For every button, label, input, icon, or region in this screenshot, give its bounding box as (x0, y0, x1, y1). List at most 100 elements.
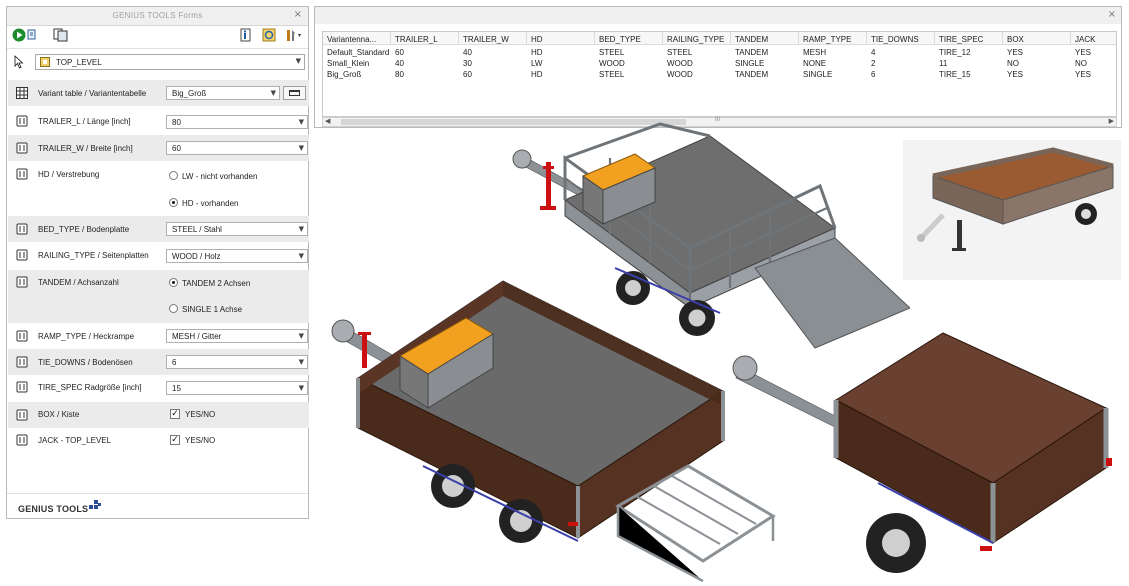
column-header[interactable]: RAMP_TYPE (799, 32, 867, 45)
column-header[interactable]: Variantenna... (323, 32, 391, 45)
table-cell[interactable]: NO (1007, 59, 1019, 68)
table-cell[interactable]: TIRE_15 (939, 70, 971, 79)
genius-tools-forms-panel: GENIUS TOOLS Forms × TOP_LEVEL ▼ Variant… (6, 6, 309, 519)
param-label: TIE_DOWNS / Bodenösen (38, 358, 133, 367)
box-checkbox[interactable]: ✓ (170, 409, 180, 419)
table-cell[interactable]: YES (1075, 70, 1091, 79)
table-cell[interactable]: 40 (395, 59, 404, 68)
genius-tools-logo: GENIUS TOOLS (18, 504, 89, 514)
tire-spec-select[interactable]: 15 ▼ (166, 381, 308, 395)
column-header[interactable]: TRAILER_W (459, 32, 527, 45)
wheel (431, 464, 475, 508)
column-header[interactable]: TRAILER_L (391, 32, 459, 45)
top-level-select[interactable]: TOP_LEVEL ▼ (35, 54, 305, 70)
table-cell[interactable]: 80 (395, 70, 404, 79)
variant-table-select[interactable]: Big_Groß ▼ (166, 86, 280, 100)
trailer-w-select[interactable]: 60 ▼ (166, 141, 308, 155)
table-cell[interactable]: HD (531, 48, 543, 57)
tandem-option-tandem-radio[interactable] (169, 278, 178, 287)
param-icon (16, 381, 28, 393)
column-header[interactable]: HD (527, 32, 595, 45)
table-cell[interactable]: TANDEM (735, 70, 768, 79)
variant-table-open-button[interactable] (283, 86, 306, 100)
copy-icon[interactable] (53, 28, 69, 42)
wheel (866, 513, 926, 573)
run-options-icon[interactable] (27, 29, 37, 41)
column-header[interactable]: RAILING_TYPE (663, 32, 731, 45)
tandem-option-single-radio[interactable] (169, 304, 178, 313)
variant-table-value: Big_Groß (172, 89, 207, 98)
column-header[interactable]: TANDEM (731, 32, 799, 45)
table-cell[interactable]: TIRE_12 (939, 48, 971, 57)
table-cell[interactable]: TANDEM (735, 48, 768, 57)
table-cell[interactable]: Big_Groß (327, 70, 361, 79)
ramp-type-select[interactable]: MESH / Gitter ▼ (166, 329, 308, 343)
table-cell[interactable]: STEEL (599, 70, 624, 79)
table-cell[interactable]: SINGLE (803, 70, 832, 79)
variant-table-grid: Variantenna... Default_Standard Small_Klei… (322, 31, 1117, 117)
bed-type-select[interactable]: STEEL / Stahl ▼ (166, 222, 308, 236)
scroll-left-icon[interactable]: ◀ (325, 117, 330, 125)
param-icon (16, 434, 28, 446)
table-cell[interactable]: WOOD (667, 70, 693, 79)
param-label: TANDEM / Achsanzahl (38, 278, 119, 287)
column-header[interactable]: JACK (1071, 32, 1116, 45)
column-header[interactable]: BOX (1003, 32, 1071, 45)
param-icon (16, 115, 28, 127)
param-label: TIRE_SPEC Radgröße [inch] (38, 383, 142, 392)
column-header[interactable]: TIE_DOWNS (867, 32, 935, 45)
table-cell[interactable]: SINGLE (735, 59, 764, 68)
table-cell[interactable]: YES (1007, 70, 1023, 79)
tie-downs-select[interactable]: 6 ▼ (166, 355, 308, 369)
table-cell[interactable]: Small_Klein (327, 59, 369, 68)
table-cell[interactable]: WOOD (599, 59, 625, 68)
column-header[interactable]: TIRE_SPEC (935, 32, 1003, 45)
table-cell[interactable]: 60 (395, 48, 404, 57)
trailer-render-big (331, 280, 776, 582)
table-cell[interactable]: 30 (463, 59, 472, 68)
chevron-down-icon: ▼ (298, 144, 304, 152)
chevron-down-icon: ▼ (298, 252, 304, 260)
table-cell[interactable]: 4 (871, 48, 875, 57)
table-cell[interactable]: NO (1075, 59, 1087, 68)
table-cell[interactable]: Default_Standard (327, 48, 389, 57)
refresh-icon[interactable] (262, 28, 276, 42)
tools-icon[interactable] (284, 28, 302, 42)
param-row-jack: JACK - TOP_LEVEL ✓ YES/NO (8, 428, 309, 454)
run-icon[interactable] (12, 28, 26, 42)
param-label: RAMP_TYPE / Heckrampe (38, 332, 135, 341)
column-header[interactable]: BED_TYPE (595, 32, 663, 45)
radio-label: SINGLE 1 Achse (182, 305, 243, 314)
trailer-l-select[interactable]: 80 ▼ (166, 115, 308, 129)
pointer-icon[interactable] (14, 55, 24, 69)
checkbox-label: YES/NO (185, 410, 216, 419)
param-row-ramp-type: RAMP_TYPE / Heckrampe MESH / Gitter ▼ (8, 323, 309, 349)
forms-close-button[interactable]: × (294, 9, 302, 20)
scroll-right-icon[interactable]: ▶ (1109, 117, 1114, 125)
hd-option-lw-radio[interactable] (169, 171, 178, 180)
chevron-down-icon: ▼ (298, 118, 304, 126)
table-cell[interactable]: WOOD (667, 59, 693, 68)
table-cell[interactable]: YES (1075, 48, 1091, 57)
table-cell[interactable]: 11 (939, 59, 947, 68)
table-cell[interactable]: STEEL (667, 48, 692, 57)
table-cell[interactable]: STEEL (599, 48, 624, 57)
info-icon[interactable] (239, 28, 253, 42)
table-cell[interactable]: 2 (871, 59, 875, 68)
table-close-button[interactable]: × (1108, 9, 1116, 20)
hd-option-hd-radio[interactable] (169, 198, 178, 207)
jack-checkbox[interactable]: ✓ (170, 435, 180, 445)
table-cell[interactable]: YES (1007, 48, 1023, 57)
table-cell[interactable]: 60 (463, 70, 472, 79)
trailer-render-small (732, 332, 1112, 573)
table-cell[interactable]: NONE (803, 59, 826, 68)
table-cell[interactable]: 40 (463, 48, 472, 57)
param-icon (16, 356, 28, 368)
table-cell[interactable]: MESH (803, 48, 826, 57)
table-cell[interactable]: HD (531, 70, 543, 79)
param-icon (16, 223, 28, 235)
trailer-photo-image (917, 147, 1114, 251)
table-cell[interactable]: LW (531, 59, 542, 68)
railing-type-select[interactable]: WOOD / Holz ▼ (166, 249, 308, 263)
table-cell[interactable]: 6 (871, 70, 875, 79)
